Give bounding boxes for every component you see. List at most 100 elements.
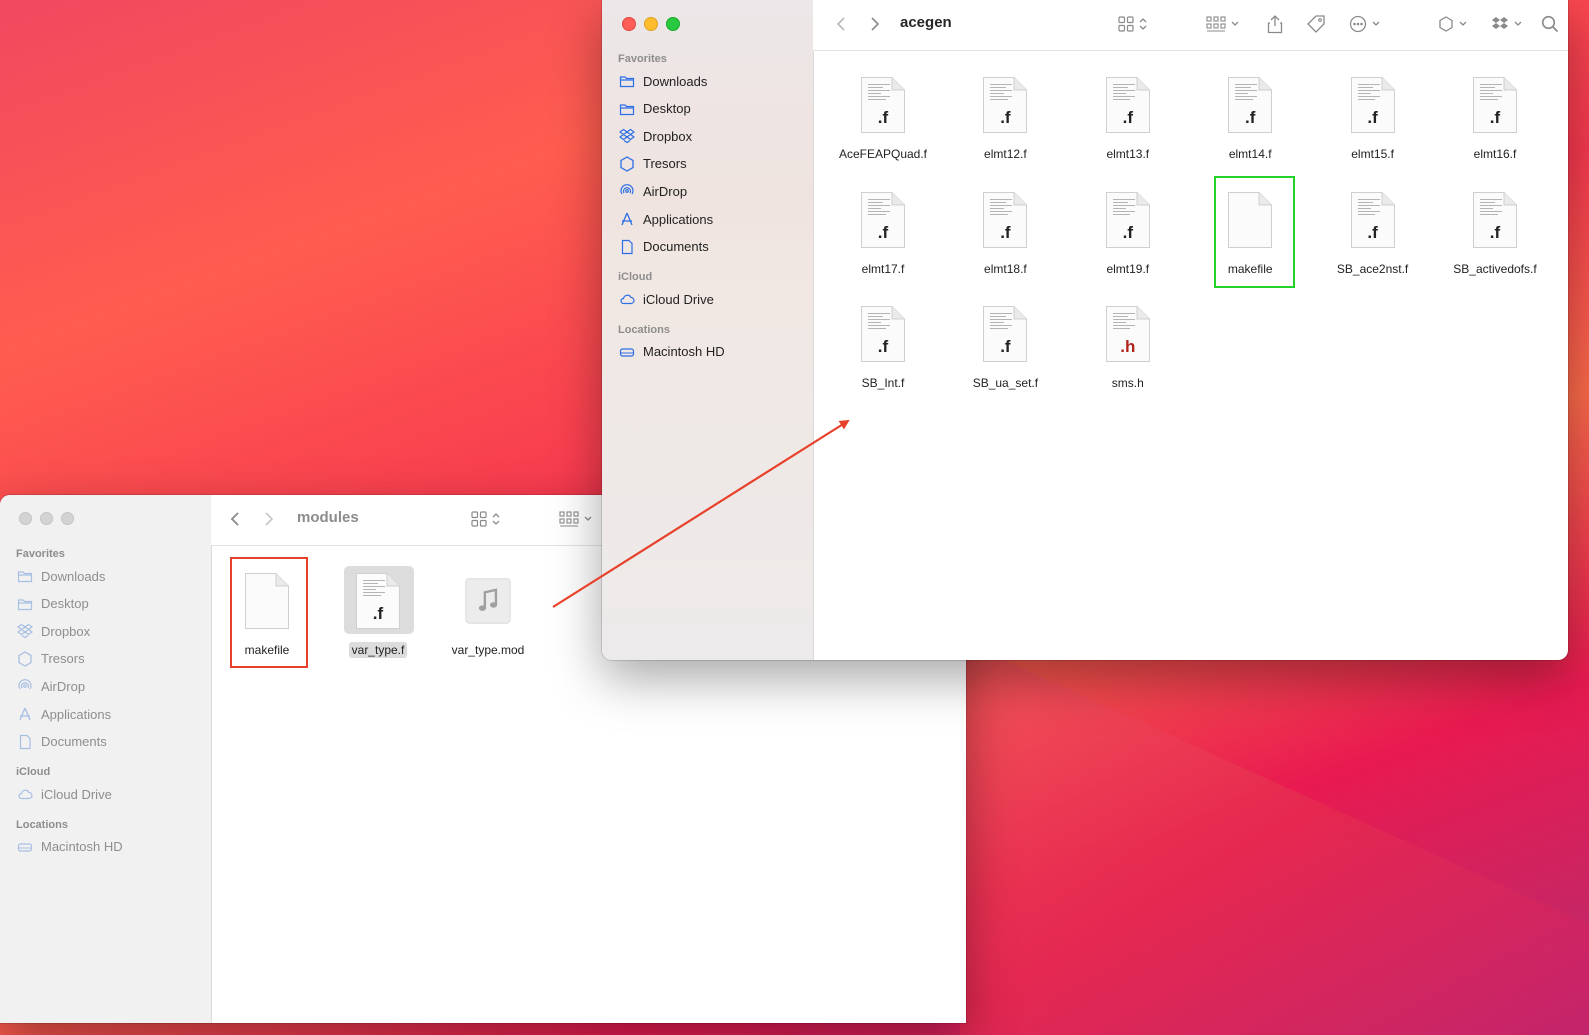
sidebar-item-desktop[interactable]: Desktop [16, 593, 89, 615]
airdrop-icon [618, 182, 636, 200]
sidebar-heading: Favorites [618, 53, 667, 65]
back-button[interactable] [229, 507, 241, 531]
file-extension-badge: .f [1489, 222, 1501, 242]
file-item[interactable]: .f AceFEAPQuad.f [828, 76, 938, 161]
forward-button[interactable] [263, 507, 275, 531]
file-item[interactable]: .f var_type.f [323, 572, 433, 658]
zoom-button[interactable] [61, 512, 74, 525]
folder-icon [618, 72, 636, 90]
finder-window-acegen[interactable]: Favorites Downloads Desktop Dropbox Tresors A… [602, 0, 1568, 660]
minimize-button[interactable] [644, 17, 658, 31]
sidebar-item-icloud-drive[interactable]: iCloud Drive [16, 783, 112, 805]
sidebar-item-label: iCloud Drive [41, 786, 112, 802]
forward-button[interactable] [869, 12, 881, 36]
sidebar-item-airdrop[interactable]: AirDrop [618, 180, 687, 202]
icon-grid-icon [471, 511, 487, 527]
window-title: acegen [900, 14, 952, 31]
file-name: elmt16.f [1473, 147, 1517, 161]
file-item[interactable]: var_type.mod [433, 572, 543, 657]
zoom-button[interactable] [666, 17, 680, 31]
sidebar-item-desktop[interactable]: Desktop [618, 98, 691, 120]
file-name: elmt14.f [1228, 147, 1272, 161]
folder-icon [16, 595, 34, 613]
sidebar-item-documents[interactable]: Documents [16, 731, 107, 753]
tags-button[interactable] [1306, 12, 1326, 36]
action-button[interactable] [1349, 12, 1381, 36]
tresors-button[interactable] [1438, 12, 1468, 36]
chevron-left-icon [230, 512, 239, 526]
view-mode-button[interactable] [1118, 12, 1148, 36]
applications-icon [618, 210, 636, 228]
back-button[interactable] [835, 12, 847, 36]
file-item[interactable]: .f elmt17.f [828, 191, 938, 276]
document-file-icon: .f [1105, 76, 1151, 134]
chevron-right-icon [871, 17, 880, 31]
sidebar-item-dropbox[interactable]: Dropbox [618, 125, 692, 147]
view-mode-button[interactable] [471, 507, 501, 531]
file-extension-badge: .f [877, 108, 889, 127]
file-item[interactable]: .f elmt13.f [1073, 76, 1183, 161]
sidebar-item-macintosh-hd[interactable]: Macintosh HD [618, 341, 725, 363]
sidebar-item-tresors[interactable]: Tresors [618, 153, 687, 175]
sidebar-item-airdrop[interactable]: AirDrop [16, 675, 85, 697]
close-button[interactable] [622, 17, 636, 31]
file-item[interactable]: .f SB_ace2nst.f [1318, 191, 1428, 276]
dropbox-button[interactable] [1491, 12, 1523, 36]
search-button[interactable] [1541, 12, 1559, 36]
sidebar-item-documents[interactable]: Documents [618, 236, 709, 258]
sidebar-item-label: Desktop [643, 101, 691, 117]
file-item[interactable]: .f elmt15.f [1318, 76, 1428, 161]
file-extension-badge: .f [1122, 108, 1133, 127]
share-button[interactable] [1267, 12, 1283, 36]
file-item[interactable]: .f elmt19.f [1073, 191, 1183, 276]
sidebar-heading: Locations [618, 323, 670, 336]
minimize-button[interactable] [40, 512, 53, 525]
file-name: var_type.mod [451, 643, 525, 657]
close-button[interactable] [19, 512, 32, 525]
sidebar-item-applications[interactable]: Applications [618, 208, 713, 230]
hexagon-icon [618, 155, 636, 173]
sidebar-item-applications[interactable]: Applications [16, 703, 111, 725]
folder-icon [618, 100, 636, 118]
file-extension-badge: .f [1122, 222, 1133, 242]
document-file-icon: .f [982, 305, 1028, 363]
file-name: elmt13.f [1106, 147, 1150, 161]
sidebar-item-label: AirDrop [643, 183, 688, 199]
document-icon [618, 238, 636, 256]
window-controls [19, 512, 74, 525]
chevron-right-icon [265, 512, 274, 526]
sidebar-item-downloads[interactable]: Downloads [16, 565, 105, 587]
file-item[interactable]: .f elmt16.f [1440, 76, 1550, 161]
sidebar-item-dropbox[interactable]: Dropbox [16, 620, 90, 642]
file-name: elmt17.f [861, 261, 905, 276]
sidebar-item-tresors[interactable]: Tresors [16, 648, 85, 670]
document-file-icon: .f [1350, 76, 1396, 134]
sidebar-item-macintosh-hd[interactable]: Macintosh HD [16, 836, 123, 858]
file-extension-badge: .f [1000, 337, 1011, 356]
sidebar-item-label: Downloads [643, 73, 708, 89]
file-item[interactable]: .f SB_activedofs.f [1440, 191, 1550, 276]
file-item[interactable]: .f SB_ua_set.f [950, 305, 1060, 390]
file-item[interactable]: .f elmt14.f [1195, 76, 1305, 161]
hexagon-icon [16, 650, 34, 668]
sidebar-item-label: Macintosh HD [643, 344, 725, 360]
file-item[interactable]: .h sms.h [1073, 305, 1183, 390]
chevron-left-icon [836, 17, 845, 31]
search-icon [1541, 15, 1559, 33]
file-item[interactable]: .f elmt18.f [950, 191, 1060, 276]
group-button[interactable] [559, 507, 593, 531]
document-file-icon: .f [860, 191, 906, 249]
file-item[interactable]: .f elmt12.f [950, 76, 1060, 161]
window-controls [622, 17, 680, 31]
sidebar-item-icloud-drive[interactable]: iCloud Drive [618, 288, 714, 310]
hexagon-icon [1439, 16, 1453, 32]
red-annotation-box [230, 557, 308, 668]
document-icon [16, 733, 34, 751]
group-button[interactable] [1206, 12, 1240, 36]
file-item[interactable]: .f SB_Int.f [828, 305, 938, 390]
sidebar-item-label: Macintosh HD [41, 839, 123, 855]
sidebar-item-downloads[interactable]: Downloads [618, 70, 707, 92]
document-file-icon: .f [860, 305, 906, 363]
file-name: SB_activedofs.f [1453, 261, 1537, 276]
group-grid-icon [559, 511, 579, 527]
